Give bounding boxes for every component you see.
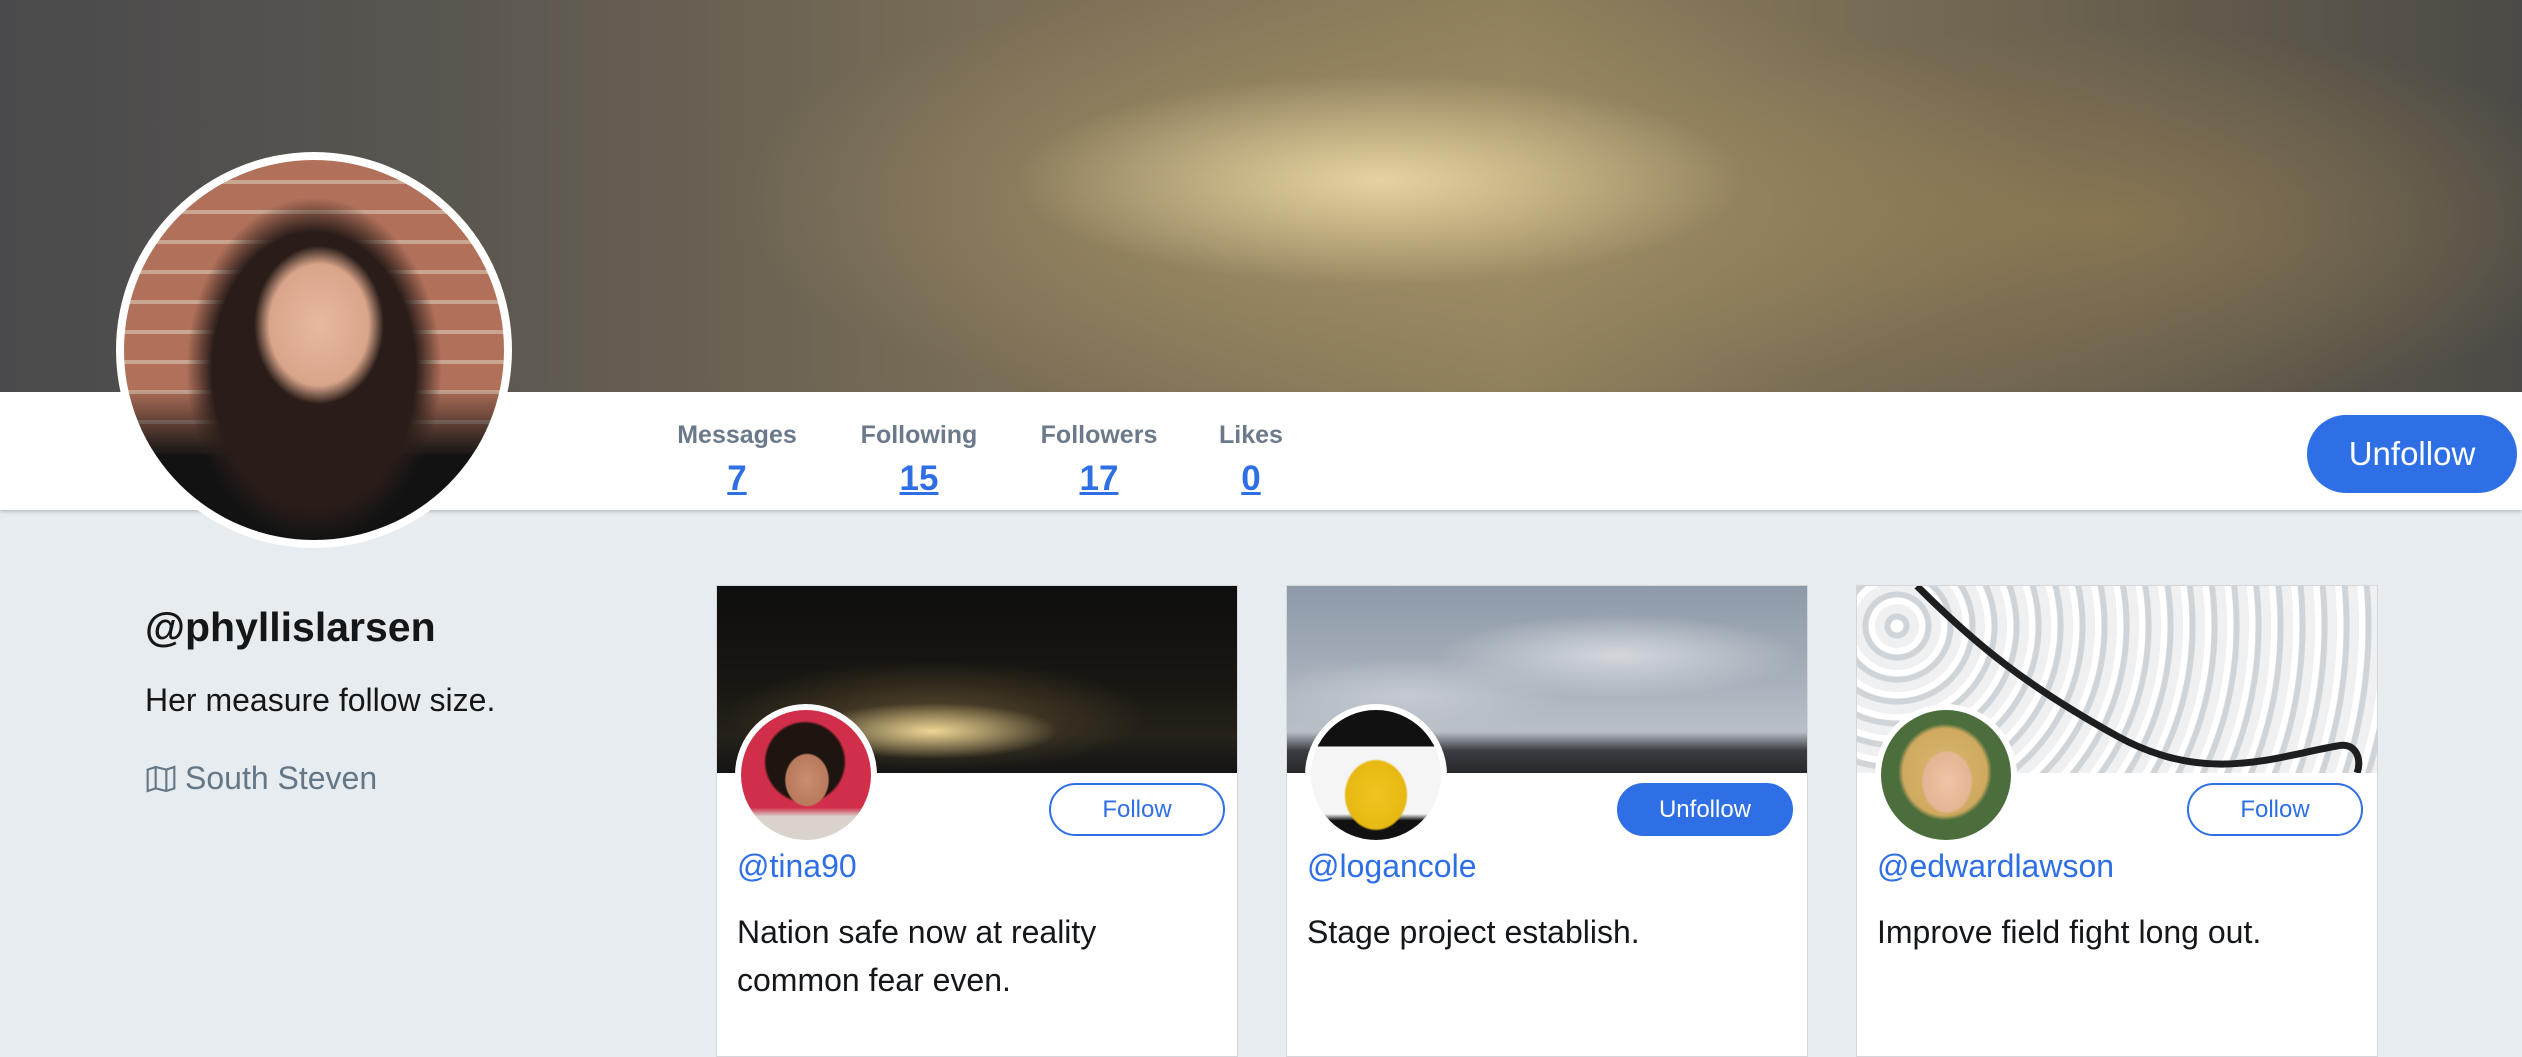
stat-label: Followers — [1040, 421, 1158, 449]
stat-value-link[interactable]: 15 — [858, 456, 980, 502]
stat-label: Messages — [677, 421, 797, 449]
stat-messages[interactable]: Messages 7 — [674, 420, 800, 502]
card-text: Improve field fight long out. — [1877, 914, 2262, 950]
follow-button[interactable]: Follow — [1049, 783, 1225, 836]
stat-value-link[interactable]: 7 — [674, 456, 800, 502]
avatar[interactable] — [1305, 704, 1447, 846]
follow-button[interactable]: Follow — [2187, 783, 2363, 836]
profile-bio: Her measure follow size. — [145, 682, 496, 718]
avatar[interactable] — [1875, 704, 2017, 846]
card-text: Nation safe now at reality common fear e… — [737, 914, 1097, 998]
profile-avatar — [116, 152, 512, 548]
stat-value-link[interactable]: 17 — [1038, 456, 1160, 502]
location-text: South Steven — [185, 760, 378, 796]
unfollow-button[interactable]: Unfollow — [2307, 415, 2517, 493]
stat-label: Following — [860, 421, 978, 449]
map-icon — [145, 763, 177, 795]
user-card: Follow @tina90 Nation safe now at realit… — [716, 585, 1238, 1057]
stat-likes[interactable]: Likes 0 — [1216, 420, 1286, 502]
profile-location: South Steven — [145, 760, 377, 797]
card-handle-link[interactable]: @tina90 — [737, 848, 857, 885]
stat-value-link[interactable]: 0 — [1216, 456, 1286, 502]
stat-following[interactable]: Following 15 — [858, 420, 980, 502]
user-card: Unfollow @logancole Stage project establ… — [1286, 585, 1808, 1057]
user-card: Follow @edwardlawson Improve field fight… — [1856, 585, 2378, 1057]
card-handle-link[interactable]: @edwardlawson — [1877, 848, 2114, 885]
card-handle-link[interactable]: @logancole — [1307, 848, 1476, 885]
avatar[interactable] — [735, 704, 877, 846]
card-text: Stage project establish. — [1307, 914, 1640, 950]
unfollow-button[interactable]: Unfollow — [1617, 783, 1793, 836]
stat-followers[interactable]: Followers 17 — [1038, 420, 1160, 502]
profile-handle: @phyllislarsen — [145, 604, 436, 650]
stat-label: Likes — [1219, 421, 1283, 449]
